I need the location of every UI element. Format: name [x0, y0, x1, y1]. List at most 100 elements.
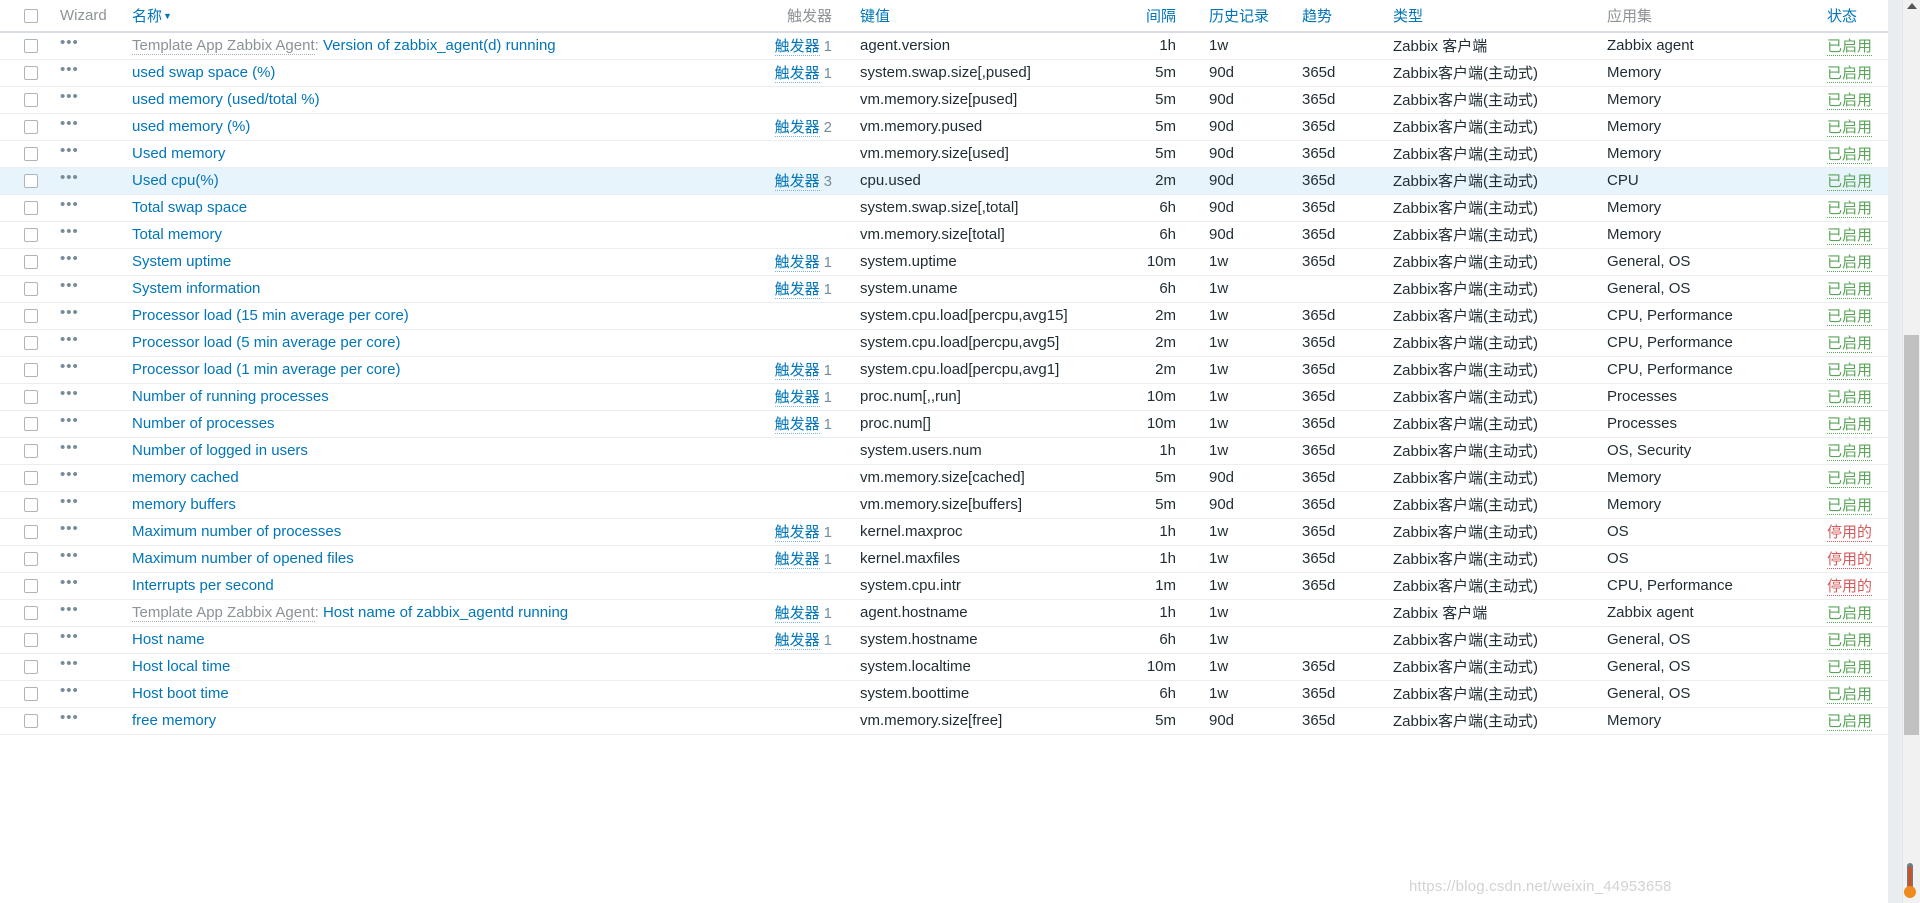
wizard-menu-icon[interactable]: •••	[60, 386, 79, 401]
item-name-link[interactable]: System information	[132, 280, 260, 297]
item-name-cell[interactable]: Maximum number of processes	[126, 518, 728, 546]
status-badge[interactable]: 已启用	[1827, 65, 1873, 83]
item-name-cell[interactable]: Number of processes	[126, 410, 728, 438]
wizard-menu-icon[interactable]: •••	[60, 548, 79, 563]
status-cell[interactable]: 已启用	[1809, 329, 1888, 357]
wizard-cell[interactable]: •••	[54, 32, 126, 60]
status-badge[interactable]: 已启用	[1827, 335, 1873, 353]
status-cell[interactable]: 已启用	[1809, 113, 1888, 141]
wizard-cell[interactable]: •••	[54, 626, 126, 654]
wizard-cell[interactable]: •••	[54, 518, 126, 546]
item-name-link[interactable]: Host local time	[132, 658, 230, 675]
row-checkbox[interactable]	[24, 309, 38, 324]
status-cell[interactable]: 已启用	[1809, 383, 1888, 411]
triggers-cell[interactable]: 触发器 1	[728, 626, 842, 654]
item-name-cell[interactable]: Processor load (15 min average per core)	[126, 302, 728, 330]
status-cell[interactable]: 已启用	[1809, 140, 1888, 168]
triggers-cell[interactable]	[728, 140, 842, 168]
status-cell[interactable]: 已启用	[1809, 653, 1888, 681]
row-select-cell[interactable]	[0, 464, 54, 492]
triggers-cell[interactable]	[728, 302, 842, 330]
item-name-link[interactable]: memory cached	[132, 469, 239, 486]
triggers-link[interactable]: 触发器	[774, 254, 820, 272]
row-select-cell[interactable]	[0, 518, 54, 546]
triggers-cell[interactable]: 触发器 1	[728, 518, 842, 546]
triggers-cell[interactable]	[728, 329, 842, 357]
table-row[interactable]: ••• Number of logged in users system.users…	[0, 437, 1888, 465]
wizard-menu-icon[interactable]: •••	[60, 35, 79, 50]
triggers-cell[interactable]: 触发器 1	[728, 356, 842, 384]
wizard-cell[interactable]: •••	[54, 194, 126, 222]
item-name-cell[interactable]: Template App Zabbix Agent: Version of za…	[126, 32, 728, 60]
row-checkbox[interactable]	[24, 336, 38, 351]
status-cell[interactable]: 已启用	[1809, 626, 1888, 654]
row-checkbox[interactable]	[24, 552, 38, 567]
triggers-cell[interactable]: 触发器 2	[728, 113, 842, 141]
wizard-menu-icon[interactable]: •••	[60, 251, 79, 266]
triggers-cell[interactable]	[728, 680, 842, 708]
template-link[interactable]: Template App Zabbix Agent	[132, 604, 315, 622]
triggers-link[interactable]: 触发器	[774, 38, 820, 57]
status-badge[interactable]: 已启用	[1827, 686, 1873, 704]
item-name-link[interactable]: Host name	[132, 631, 205, 648]
wizard-menu-icon[interactable]: •••	[60, 62, 79, 77]
triggers-link[interactable]: 触发器	[774, 524, 820, 542]
table-row[interactable]: ••• Host name 触发器 1 system.hostname 6h 1w Zabbi…	[0, 626, 1888, 654]
triggers-link[interactable]: 触发器	[774, 632, 820, 650]
status-cell[interactable]: 已启用	[1809, 707, 1888, 735]
row-checkbox[interactable]	[24, 363, 38, 378]
item-name-link[interactable]: used swap space (%)	[132, 64, 275, 81]
item-name-cell[interactable]: Maximum number of opened files	[126, 545, 728, 573]
table-row[interactable]: ••• Maximum number of processes 触发器 1 kernel…	[0, 518, 1888, 546]
header-history[interactable]: 历史记录	[1182, 0, 1275, 33]
triggers-cell[interactable]	[728, 437, 842, 465]
row-select-cell[interactable]	[0, 86, 54, 114]
item-name-cell[interactable]: Used memory	[126, 140, 728, 168]
row-select-cell[interactable]	[0, 32, 54, 60]
triggers-cell[interactable]	[728, 707, 842, 735]
triggers-cell[interactable]: 触发器 1	[728, 32, 842, 60]
triggers-link[interactable]: 触发器	[774, 362, 820, 380]
row-checkbox[interactable]	[24, 255, 38, 270]
row-checkbox[interactable]	[24, 498, 38, 513]
triggers-cell[interactable]	[728, 86, 842, 114]
table-row[interactable]: ••• Processor load (5 min average per cor…	[0, 329, 1888, 357]
item-name-link[interactable]: Total swap space	[132, 199, 247, 216]
item-name-cell[interactable]: Used cpu(%)	[126, 167, 728, 195]
wizard-menu-icon[interactable]: •••	[60, 413, 79, 428]
row-checkbox[interactable]	[24, 39, 38, 54]
item-name-cell[interactable]: Host boot time	[126, 680, 728, 708]
status-cell[interactable]: 已启用	[1809, 86, 1888, 114]
wizard-cell[interactable]: •••	[54, 275, 126, 303]
row-checkbox[interactable]	[24, 660, 38, 675]
status-badge[interactable]: 已启用	[1827, 443, 1873, 461]
status-badge[interactable]: 已启用	[1827, 173, 1873, 191]
item-name-cell[interactable]: used memory (%)	[126, 113, 728, 141]
item-name-link[interactable]: Maximum number of opened files	[132, 550, 354, 567]
item-name-link[interactable]: memory buffers	[132, 496, 236, 513]
row-select-cell[interactable]	[0, 680, 54, 708]
table-row[interactable]: ••• System uptime 触发器 1 system.uptime 10m 1w 36…	[0, 248, 1888, 276]
item-name-link[interactable]: Maximum number of processes	[132, 523, 341, 540]
status-badge[interactable]: 已启用	[1827, 146, 1873, 164]
table-row[interactable]: ••• System information 触发器 1 system.uname 6h 1…	[0, 275, 1888, 303]
triggers-link[interactable]: 触发器	[774, 416, 820, 434]
item-name-cell[interactable]: used memory (used/total %)	[126, 86, 728, 114]
item-name-cell[interactable]: Host name	[126, 626, 728, 654]
table-row[interactable]: ••• memory cached vm.memory.size[cached] 5m…	[0, 464, 1888, 492]
row-select-cell[interactable]	[0, 410, 54, 438]
table-row[interactable]: ••• Host local time system.localtime 10m 1w 3…	[0, 653, 1888, 681]
status-badge[interactable]: 停用的	[1827, 578, 1873, 596]
row-select-cell[interactable]	[0, 140, 54, 168]
triggers-cell[interactable]: 触发器 3	[728, 167, 842, 195]
item-name-cell[interactable]: used swap space (%)	[126, 59, 728, 87]
wizard-cell[interactable]: •••	[54, 599, 126, 627]
wizard-cell[interactable]: •••	[54, 86, 126, 114]
table-row[interactable]: ••• Total memory vm.memory.size[total] 6h 90…	[0, 221, 1888, 249]
item-name-link[interactable]: System uptime	[132, 253, 231, 270]
triggers-link[interactable]: 触发器	[774, 281, 820, 299]
wizard-cell[interactable]: •••	[54, 140, 126, 168]
row-select-cell[interactable]	[0, 194, 54, 222]
wizard-menu-icon[interactable]: •••	[60, 170, 79, 185]
row-checkbox[interactable]	[24, 525, 38, 540]
